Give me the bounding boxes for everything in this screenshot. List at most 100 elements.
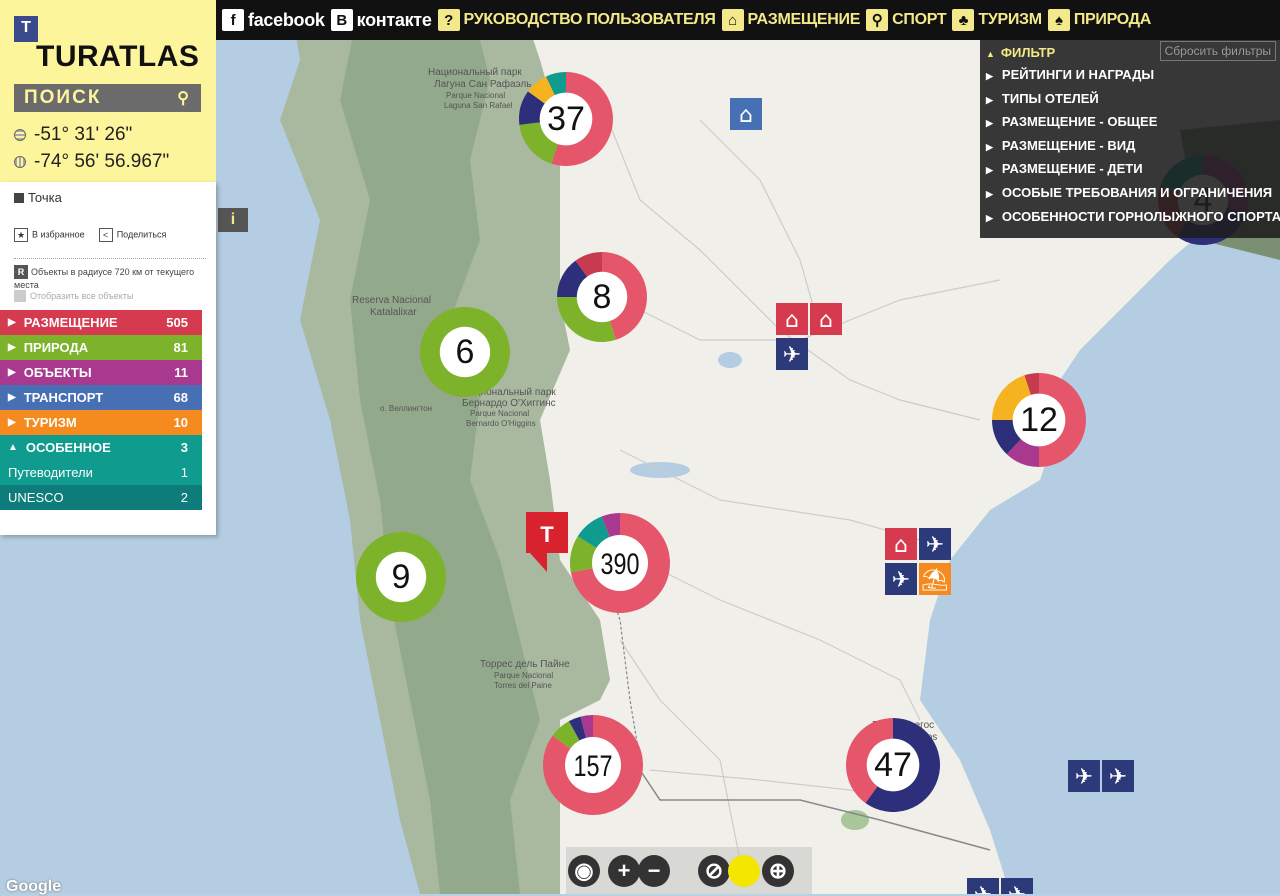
search-label: ПОИСК — [24, 87, 102, 108]
cluster-marker[interactable]: 6 — [419, 307, 510, 397]
favorite-label: В избранное — [32, 229, 85, 240]
map-pin[interactable]: ✈ — [967, 878, 999, 894]
airport-icon: ✈ — [926, 533, 944, 558]
map-label: Parque Nacional — [494, 671, 553, 680]
expand-icon: ▲ — [8, 442, 18, 453]
cluster-marker[interactable]: 37 — [519, 72, 613, 166]
category-count: 81 — [173, 340, 188, 355]
cluster-marker[interactable]: 8 — [557, 252, 648, 342]
globe-layer-button[interactable]: ⊕ — [762, 855, 794, 887]
facebook-link[interactable]: f facebook — [222, 9, 325, 31]
facebook-label: facebook — [248, 9, 325, 30]
subcategory-count: 2 — [180, 490, 188, 505]
category-label: ПРИРОДА — [23, 340, 89, 355]
reset-filters-button[interactable]: Сбросить фильтры — [1159, 41, 1276, 61]
beach-icon: ⛱ — [921, 567, 949, 593]
expand-icon: ▶ — [986, 71, 993, 81]
filter-item-label: ОСОБЫЕ ТРЕБОВАНИЯ И ОГРАНИЧЕНИЯ — [1001, 184, 1273, 200]
point-text: Точка — [28, 190, 62, 205]
map-label: Parque Nacional — [470, 409, 529, 418]
cluster-count: 47 — [874, 746, 912, 784]
expand-icon: ▶ — [8, 317, 16, 328]
expand-icon: ▶ — [986, 141, 993, 152]
map-pin[interactable]: ✈ — [919, 528, 951, 560]
zoom-out-button[interactable]: − — [638, 855, 670, 887]
filter-toggle[interactable]: ▲ ФИЛЬТР — [986, 45, 1055, 60]
logo-text: TURATLAS — [36, 40, 200, 73]
airport-icon: ✈ — [1075, 765, 1093, 790]
map-pin[interactable]: ✈ — [776, 338, 808, 370]
hotel-icon: ⌂ — [894, 533, 908, 558]
cluster-marker[interactable]: 12 — [992, 373, 1086, 467]
search-button[interactable]: ПОИСК ⚲ — [14, 84, 201, 112]
cluster-marker[interactable]: 47 — [846, 718, 940, 812]
category-count: 68 — [173, 390, 188, 405]
show-all-checkbox[interactable]: Отобразить все объекты — [14, 290, 133, 302]
airport-icon: ✈ — [783, 343, 801, 368]
nav-bicycle-link[interactable]: ⚲ СПОРТ — [866, 9, 947, 31]
terrain-layer-button[interactable]: ⊘ — [698, 855, 730, 887]
nav-tree-link[interactable]: ♠ ПРИРОДА — [1047, 9, 1151, 31]
map-label: Торрес дель Пайне — [480, 659, 570, 670]
filter-item[interactable]: ▶ РАЗМЕЩЕНИЕ - ДЕТИ — [986, 161, 1280, 185]
map-label: Torres del Paine — [494, 681, 552, 690]
filter-item[interactable]: ▶ РАЗМЕЩЕНИЕ - ВИД — [986, 138, 1280, 162]
category-label: ТРАНСПОРТ — [23, 390, 104, 405]
filter-title: ФИЛЬТР — [1000, 45, 1056, 60]
camera-button[interactable]: ◉ — [568, 855, 600, 887]
map-label: Национальный парк — [428, 67, 522, 78]
favorite-button[interactable]: ★ В избранное — [14, 228, 85, 242]
nav-help-link[interactable]: ? РУКОВОДСТВО ПОЛЬЗОВАТЕЛЯ — [437, 9, 716, 31]
category-count: 3 — [180, 440, 188, 455]
filter-item[interactable]: ▶ ТИПЫ ОТЕЛЕЙ — [986, 91, 1280, 115]
info-button[interactable]: i — [218, 208, 248, 232]
filter-item[interactable]: ▶ ОСОБЕННОСТИ ГОРНОЛЫЖНОГО СПОРТА — [986, 209, 1280, 233]
cluster-count: 390 — [600, 547, 639, 580]
map-pin[interactable]: ⛱ — [919, 563, 951, 595]
map-pin[interactable]: ✈ — [1001, 878, 1033, 894]
category-item[interactable]: ▶ ТРАНСПОРТ 68 — [0, 385, 202, 410]
map-pin[interactable]: ✈ — [885, 563, 917, 595]
map-label: Laguna San Rafael — [444, 101, 513, 110]
map-pin[interactable]: ⌂ — [810, 303, 842, 335]
share-button[interactable]: < Поделиться — [98, 228, 166, 242]
search-icon: ⚲ — [177, 90, 191, 107]
map-pin[interactable]: ⌂ — [885, 528, 917, 560]
filter-item-label: РАЗМЕЩЕНИЕ - ВИД — [1001, 137, 1136, 153]
hotel-icon: ⌂ — [785, 308, 799, 333]
nav-label: РАЗМЕЩЕНИЕ — [747, 11, 861, 28]
map-label: о. Веллингтон — [380, 404, 432, 413]
map-label: Бернардо О'Хиггинс — [462, 398, 556, 409]
expand-icon: ▶ — [986, 165, 993, 176]
map-pin[interactable]: ⌂ — [776, 303, 808, 335]
nav-palm-link[interactable]: ♣ ТУРИЗМ — [952, 9, 1042, 31]
filter-item-label: РАЗМЕЩЕНИЕ - ОБЩЕЕ — [1001, 114, 1158, 130]
subcategory-item[interactable]: UNESCO 2 — [0, 485, 202, 510]
map-pin[interactable]: ✈ — [1102, 760, 1134, 792]
category-item[interactable]: ▶ РАЗМЕЩЕНИЕ 505 — [0, 310, 202, 335]
map-pin[interactable]: ⌂ — [730, 98, 762, 130]
cluster-marker[interactable]: 9 — [355, 532, 446, 622]
cluster-marker[interactable]: 390 — [570, 513, 670, 614]
help-icon: ? — [437, 9, 460, 31]
category-item[interactable]: ▶ ПРИРОДА 81 — [0, 335, 202, 360]
cluster-marker[interactable]: 157 — [543, 715, 643, 815]
zoom-in-button[interactable]: + — [608, 855, 640, 887]
filter-item[interactable]: ▶ РЕЙТИНГИ И НАГРАДЫ — [986, 67, 1280, 91]
map-label: Parque Nacional — [446, 91, 505, 100]
filter-item[interactable]: ▶ ОСОБЫЕ ТРЕБОВАНИЯ И ОГРАНИЧЕНИЯ — [986, 185, 1280, 209]
expand-icon: ▶ — [986, 212, 993, 223]
nav-house-link[interactable]: ⌂ РАЗМЕЩЕНИЕ — [721, 9, 861, 31]
map-pin[interactable]: ✈ — [1068, 760, 1100, 792]
vkontakte-link[interactable]: B контакте — [330, 9, 432, 31]
cluster-count: 37 — [547, 100, 585, 138]
map-label: Bernardo O'Higgins — [466, 419, 536, 428]
cluster-count: 12 — [1020, 401, 1058, 439]
filter-item[interactable]: ▶ РАЗМЕЩЕНИЕ - ОБЩЕЕ — [986, 114, 1280, 138]
filter-item-label: РЕЙТИНГИ И НАГРАДЫ — [1001, 67, 1155, 82]
category-item[interactable]: ▶ ТУРИЗМ 10 — [0, 410, 202, 435]
category-item[interactable]: ▲ ОСОБЕННОЕ 3 — [0, 435, 202, 460]
subcategory-item[interactable]: Путеводители 1 — [0, 460, 202, 485]
category-item[interactable]: ▶ ОБЪЕКТЫ 11 — [0, 360, 202, 385]
satellite-layer-button[interactable]: ● — [728, 855, 760, 887]
